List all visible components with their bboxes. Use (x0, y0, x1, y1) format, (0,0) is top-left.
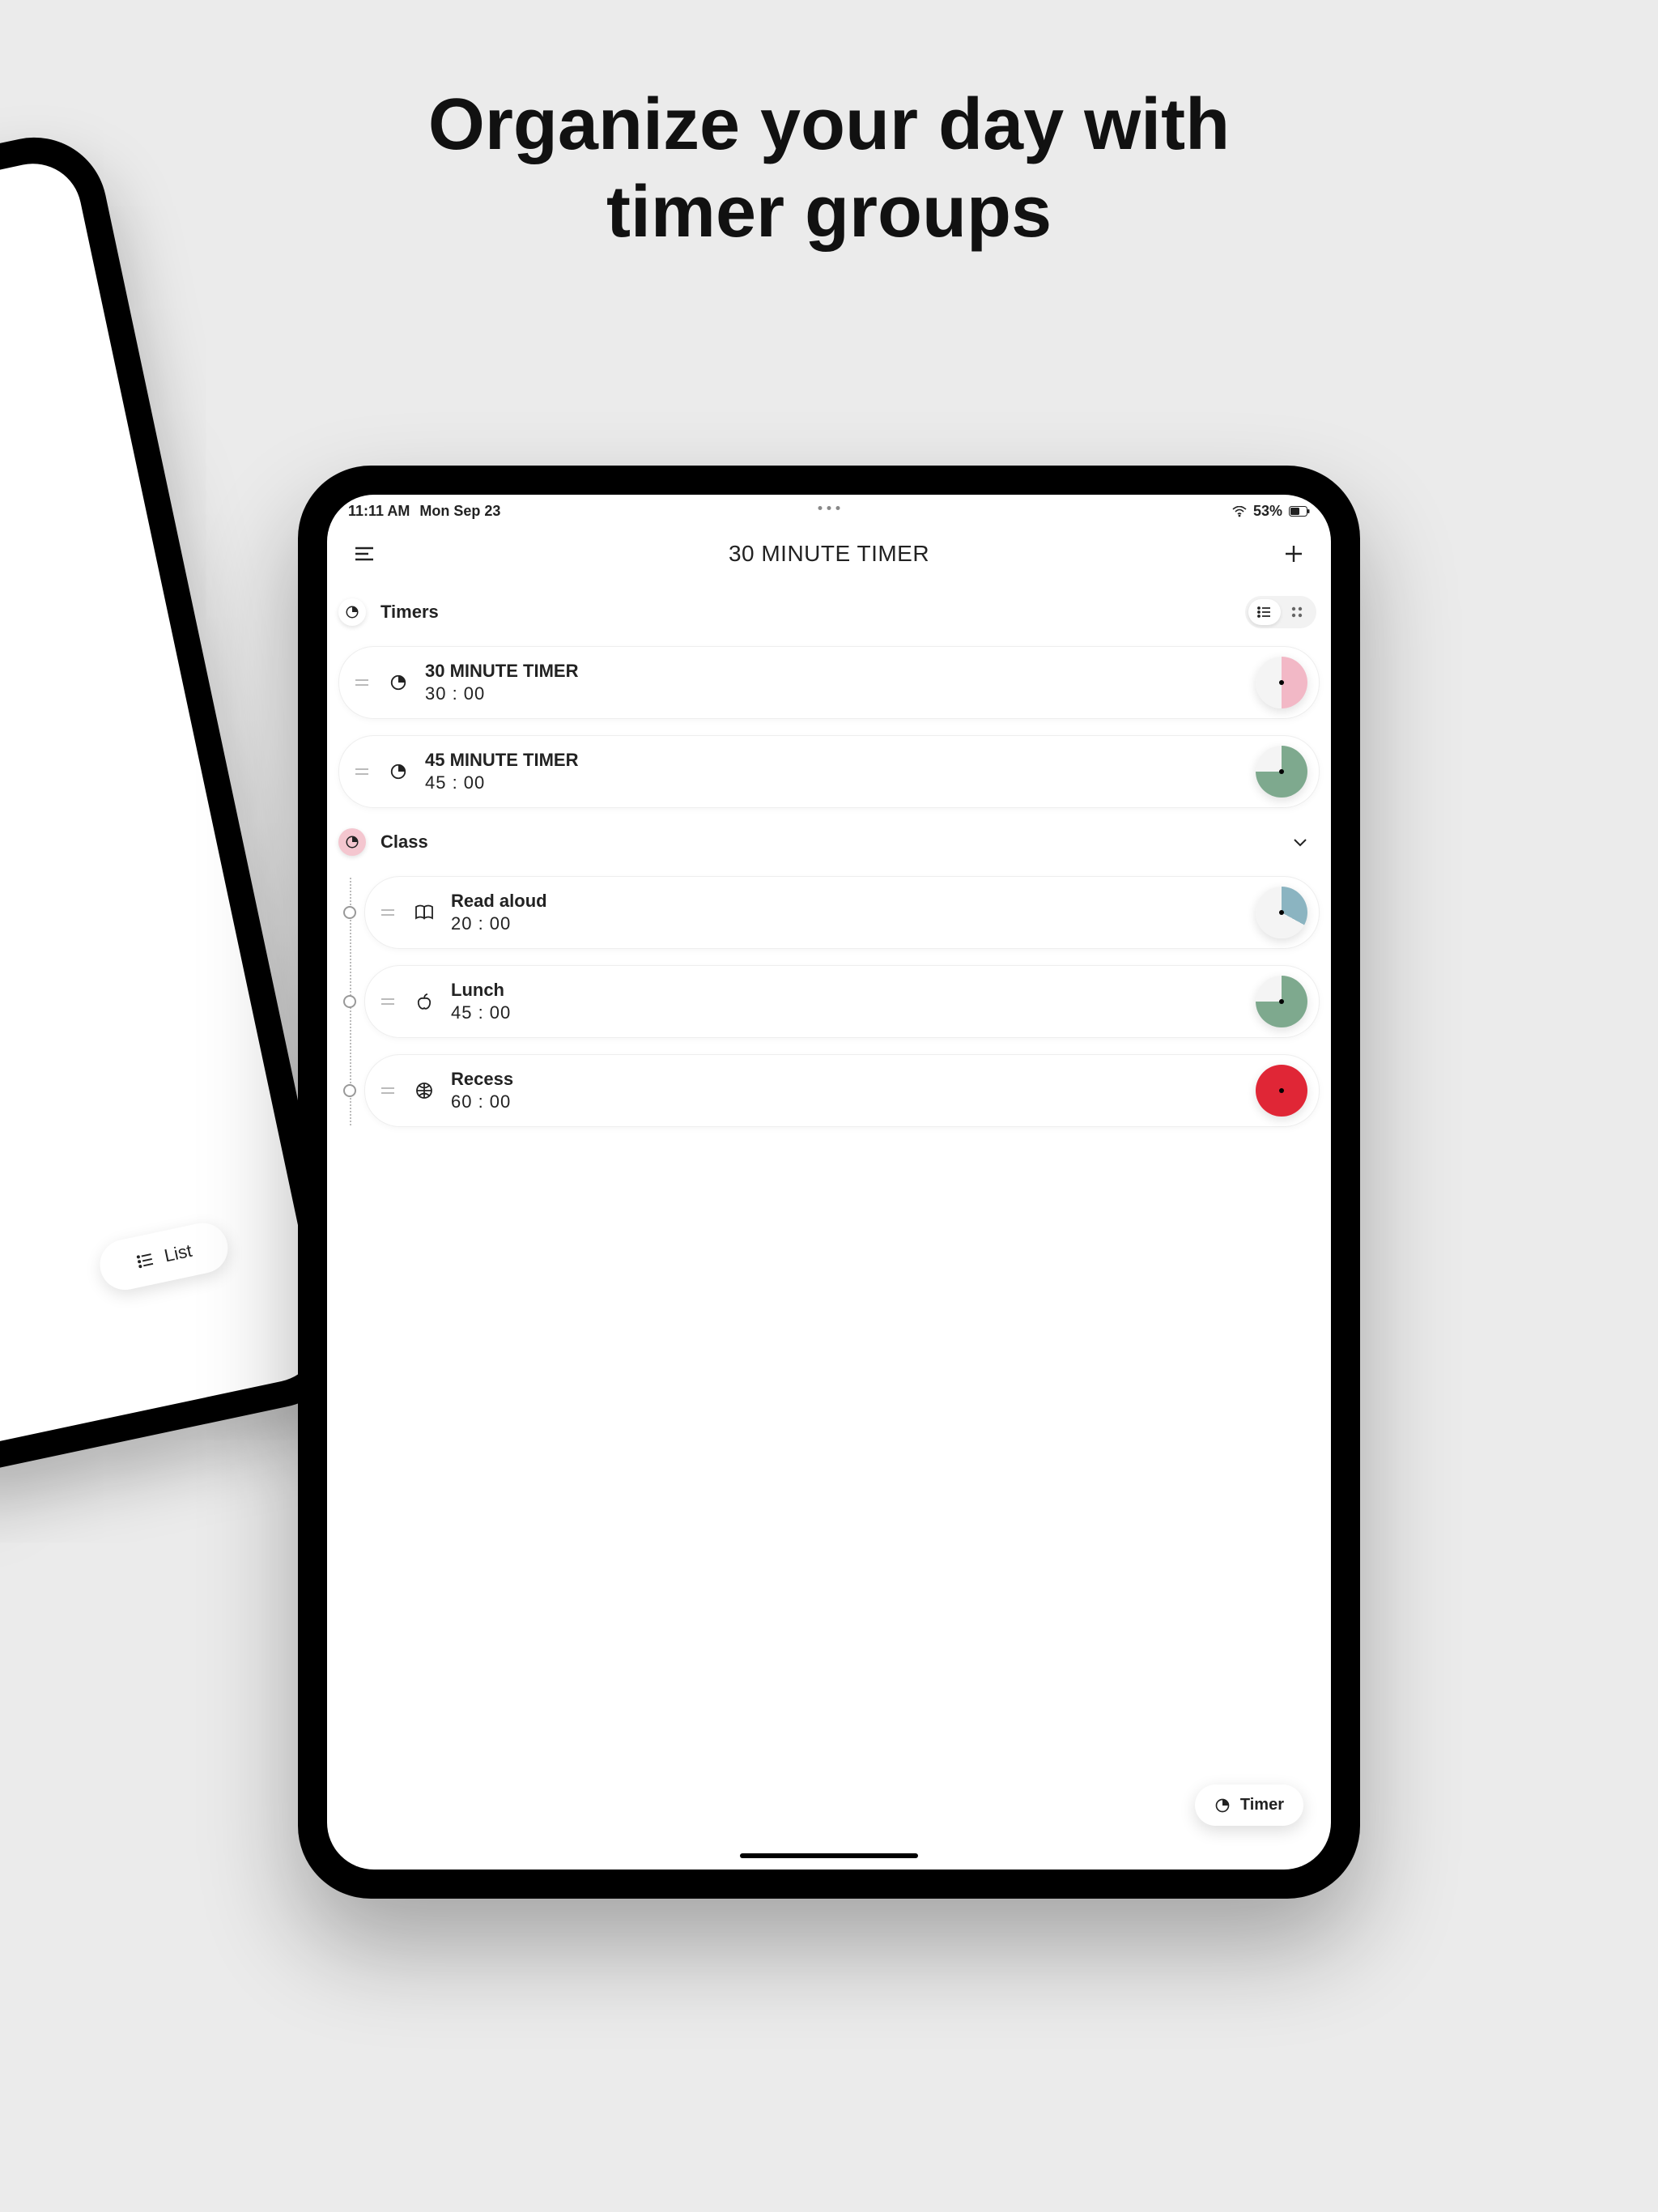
navbar: 30 MINUTE TIMER (327, 520, 1331, 578)
menu-icon (354, 546, 375, 562)
timer-name: 45 MINUTE TIMER (425, 750, 1256, 771)
drag-handle-icon[interactable] (355, 767, 368, 776)
view-mode-toggle[interactable] (1245, 596, 1316, 628)
list-mode-button[interactable]: List (96, 1219, 232, 1295)
menu-button[interactable] (348, 538, 380, 570)
timer-name: Lunch (451, 980, 1256, 1001)
battery-icon (1289, 506, 1310, 517)
section-label-timers: Timers (380, 602, 439, 623)
timer-duration: 30 : 00 (425, 683, 1256, 704)
timer-name: Read aloud (451, 891, 1256, 912)
multitask-dots[interactable] (818, 506, 840, 510)
home-indicator[interactable] (740, 1853, 918, 1858)
drag-handle-icon[interactable] (381, 908, 394, 917)
plus-icon (1283, 543, 1304, 564)
timeline-node (343, 906, 356, 919)
timers-list: 30 MINUTE TIMER 30 : 00 45 MINUTE TIMER … (338, 638, 1320, 816)
drag-handle-icon[interactable] (355, 678, 368, 687)
timer-disc[interactable] (1256, 746, 1307, 798)
timer-name: 30 MINUTE TIMER (425, 661, 1256, 682)
list-mode-label: List (163, 1240, 194, 1267)
section-header-timers: Timers (338, 586, 1320, 638)
promo-line1: Organize your day with (428, 84, 1230, 165)
timer-card[interactable]: 30 MINUTE TIMER 30 : 00 (338, 646, 1320, 719)
wifi-icon (1232, 506, 1247, 517)
drag-handle-icon[interactable] (381, 997, 394, 1006)
timers-badge-icon (338, 598, 366, 626)
ball-icon (412, 1078, 436, 1103)
clock-icon (386, 670, 410, 695)
timer-disc[interactable] (1256, 657, 1307, 708)
timeline-node (343, 1084, 356, 1097)
list-icon (134, 1249, 157, 1271)
timer-card[interactable]: Lunch 45 : 00 (364, 965, 1320, 1038)
promo-line2: timer groups (606, 172, 1052, 253)
timer-card[interactable]: 45 MINUTE TIMER 45 : 00 (338, 735, 1320, 808)
timer-card[interactable]: Recess 60 : 00 (364, 1054, 1320, 1127)
section-header-class[interactable]: Class (338, 816, 1320, 868)
timer-disc[interactable] (1256, 976, 1307, 1027)
status-date: Mon Sep 23 (419, 503, 500, 520)
clock-icon (1214, 1797, 1231, 1814)
view-list-icon[interactable] (1248, 599, 1281, 625)
drag-handle-icon[interactable] (381, 1086, 394, 1095)
status-battery: 53% (1253, 503, 1282, 520)
clock-icon (345, 605, 359, 619)
collapse-class-button[interactable] (1284, 826, 1316, 858)
book-icon (412, 900, 436, 925)
chevron-down-icon (1292, 837, 1308, 847)
timer-disc[interactable] (1256, 1065, 1307, 1117)
section-label-class: Class (380, 832, 428, 853)
timer-card[interactable]: Read aloud 20 : 00 (364, 876, 1320, 949)
main-tablet-frame: 11:11 AM Mon Sep 23 53% (298, 466, 1360, 1899)
view-grid-icon[interactable] (1281, 599, 1313, 625)
class-badge-icon (338, 828, 366, 856)
open-timer-label: Timer (1240, 1796, 1284, 1814)
status-time: 11:11 AM (348, 503, 410, 520)
timer-duration: 45 : 00 (425, 772, 1256, 793)
clock-icon (386, 759, 410, 784)
class-list: Read aloud 20 : 00 Lunch 45 : 00 (343, 868, 1320, 1135)
app-screen: 11:11 AM Mon Sep 23 53% (327, 495, 1331, 1870)
content: Timers (327, 578, 1331, 1870)
page-title: 30 MINUTE TIMER (380, 541, 1278, 567)
open-timer-button[interactable]: Timer (1195, 1784, 1303, 1826)
timer-duration: 20 : 00 (451, 913, 1256, 934)
timer-duration: 45 : 00 (451, 1002, 1256, 1023)
timeline-node (343, 995, 356, 1008)
apple-icon (412, 989, 436, 1014)
promo-headline: Organize your day with timer groups (0, 81, 1658, 256)
clock-icon (345, 835, 359, 849)
timer-duration: 60 : 00 (451, 1091, 1256, 1112)
timer-name: Recess (451, 1069, 1256, 1090)
timer-disc[interactable] (1256, 887, 1307, 938)
status-bar: 11:11 AM Mon Sep 23 53% (327, 495, 1331, 520)
add-button[interactable] (1278, 538, 1310, 570)
